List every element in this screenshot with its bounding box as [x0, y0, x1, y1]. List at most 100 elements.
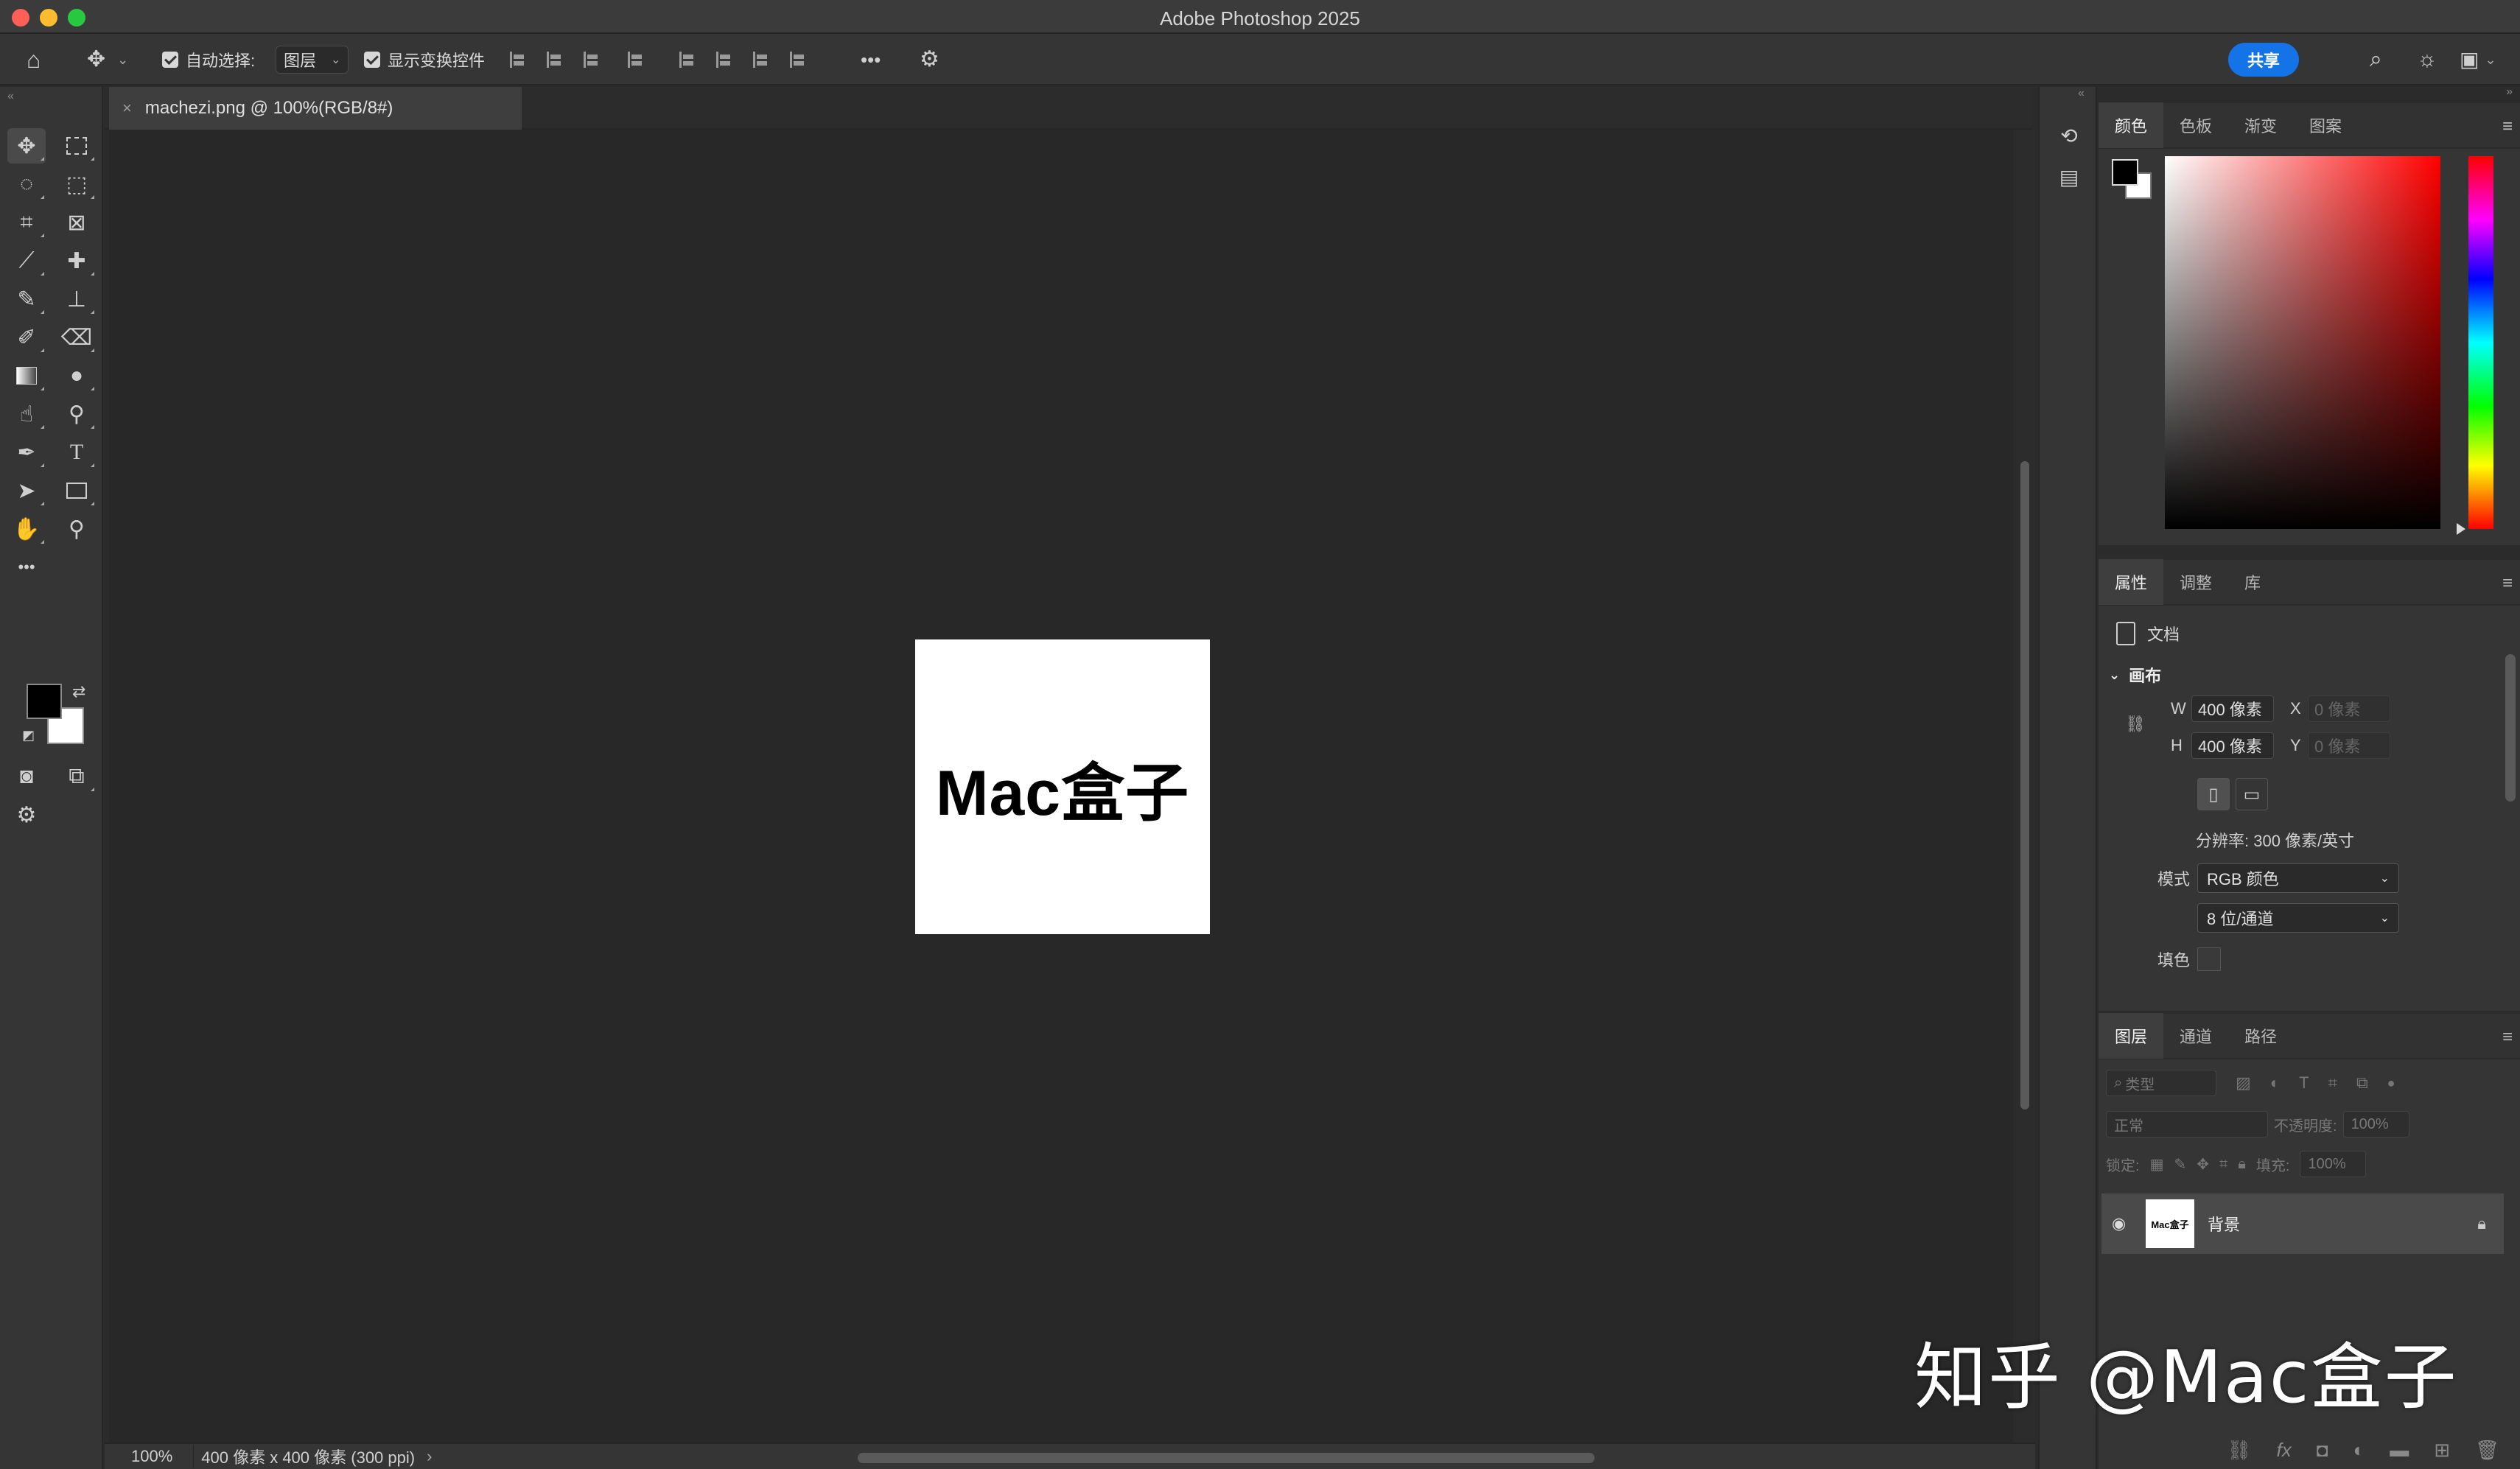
- layer-fill-field[interactable]: 100%: [2300, 1151, 2367, 1177]
- opacity-field[interactable]: 100%: [2342, 1111, 2409, 1137]
- history-brush-tool[interactable]: ✐: [7, 320, 46, 355]
- color-mode-dropdown[interactable]: RGB 颜色 ⌄: [2197, 863, 2399, 893]
- lock-artboard-icon[interactable]: ⌗: [2219, 1156, 2227, 1173]
- layer-filter-dropdown[interactable]: ⌕ 类型: [2106, 1070, 2216, 1096]
- eraser-tool[interactable]: ⌫: [57, 320, 96, 355]
- align-middle-v-icon[interactable]: [713, 49, 735, 71]
- bit-depth-dropdown[interactable]: 8 位/通道 ⌄: [2197, 903, 2399, 933]
- workspace-icon[interactable]: ▣: [2460, 49, 2479, 70]
- fill-color-swatch[interactable]: [2197, 947, 2221, 971]
- filter-adjustment-icon[interactable]: ◐: [2270, 1073, 2280, 1093]
- blend-mode-dropdown[interactable]: 正常: [2106, 1111, 2268, 1137]
- align-bottom-icon[interactable]: [750, 49, 772, 71]
- link-icon[interactable]: ⛓: [2227, 1439, 2252, 1462]
- foreground-color-swatch[interactable]: [27, 684, 62, 719]
- move-tool[interactable]: ✥: [7, 128, 46, 164]
- layer-row[interactable]: ◉ Mac盒子 背景 🔒︎: [2101, 1193, 2504, 1254]
- tab-adjustments[interactable]: 调整: [2163, 559, 2228, 605]
- gradient-tool[interactable]: [7, 358, 46, 393]
- filter-smart-object-icon[interactable]: ⧉: [2356, 1073, 2368, 1093]
- home-button[interactable]: ⌂: [27, 34, 41, 85]
- tab-patterns[interactable]: 图案: [2293, 102, 2358, 148]
- lock-paint-icon[interactable]: ✎: [2174, 1155, 2186, 1174]
- lock-position-icon[interactable]: ✥: [2197, 1155, 2209, 1174]
- object-select-tool[interactable]: ◌: [7, 166, 46, 202]
- collapse-arrows-icon[interactable]: «: [7, 90, 14, 103]
- rectangle-tool[interactable]: [57, 473, 96, 508]
- path-select-tool[interactable]: ➤: [7, 473, 46, 508]
- x-field[interactable]: 0 像素: [2308, 695, 2390, 722]
- height-field[interactable]: 400 像素: [2191, 732, 2274, 759]
- crop-tool[interactable]: ⌗: [7, 205, 46, 240]
- marquee-tool[interactable]: [57, 128, 96, 164]
- generative-tool[interactable]: ⚙: [7, 797, 46, 832]
- filter-pixel-icon[interactable]: ▨: [2236, 1073, 2251, 1093]
- stamp-tool[interactable]: ⊥: [57, 281, 96, 317]
- auto-select-checkbox[interactable]: [162, 52, 178, 68]
- hue-slider[interactable]: [2468, 156, 2493, 529]
- horizontal-scroll-thumb[interactable]: [858, 1453, 1595, 1463]
- move-tool-preset[interactable]: ✥ ⌄: [87, 34, 128, 85]
- filter-type-icon[interactable]: T: [2299, 1073, 2309, 1093]
- adjustment-icon[interactable]: ◐: [2353, 1439, 2365, 1462]
- align-top-icon[interactable]: [676, 49, 699, 71]
- tab-paths[interactable]: 路径: [2228, 1013, 2293, 1059]
- type-tool[interactable]: T: [57, 435, 96, 470]
- lock-all-icon[interactable]: 🔒︎: [2238, 1156, 2246, 1173]
- filter-toggle-icon[interactable]: ●: [2387, 1076, 2395, 1091]
- canvas-section-header[interactable]: ⌄ 画布: [2109, 663, 2161, 687]
- smudge-tool[interactable]: ☝: [7, 396, 46, 432]
- vertical-scrollbar[interactable]: [2016, 130, 2035, 1442]
- gear-icon[interactable]: ⚙: [920, 49, 939, 71]
- document-tab[interactable]: × machezi.png @ 100%(RGB/8#): [109, 87, 522, 130]
- eye-icon[interactable]: ◉: [2112, 1214, 2126, 1233]
- align-center-h-icon[interactable]: [544, 49, 566, 71]
- collapse-arrows-icon[interactable]: «: [2078, 87, 2085, 100]
- distribute-v-icon[interactable]: [787, 49, 809, 71]
- share-button[interactable]: 共享: [2228, 43, 2299, 77]
- tab-channels[interactable]: 通道: [2163, 1013, 2228, 1059]
- tab-swatches[interactable]: 色板: [2163, 102, 2228, 148]
- zoom-level[interactable]: 100%: [105, 1447, 193, 1466]
- canvas-area[interactable]: Mac盒子: [109, 130, 2013, 1442]
- eyedropper-tool[interactable]: ⟋: [7, 243, 46, 278]
- edit-toolbar-button[interactable]: •••: [7, 550, 46, 585]
- healing-brush-tool[interactable]: ✚: [57, 243, 96, 278]
- history-panel-button[interactable]: ⟲: [2053, 119, 2085, 152]
- width-field[interactable]: 400 像素: [2191, 695, 2274, 722]
- blur-tool[interactable]: ●: [57, 358, 96, 393]
- quick-mask-button[interactable]: ◙: [7, 759, 46, 794]
- panel-menu-icon[interactable]: ≡: [2502, 1027, 2513, 1048]
- tab-layers[interactable]: 图层: [2099, 1013, 2164, 1059]
- tab-gradients[interactable]: 渐变: [2228, 102, 2293, 148]
- default-colors-icon[interactable]: ◩: [22, 728, 35, 743]
- show-transform-checkbox[interactable]: [364, 52, 380, 68]
- folder-icon[interactable]: ▬: [2390, 1439, 2409, 1462]
- hand-tool[interactable]: ✋: [7, 511, 46, 547]
- align-right-icon[interactable]: [581, 49, 603, 71]
- trash-icon[interactable]: 🗑︎: [2475, 1439, 2499, 1462]
- link-icon[interactable]: ⛓: [2125, 715, 2146, 734]
- fx-icon[interactable]: fx: [2277, 1439, 2292, 1462]
- magic-select-tool[interactable]: ⬚: [57, 166, 96, 202]
- new-layer-icon[interactable]: ⊞: [2434, 1439, 2450, 1462]
- chevron-right-icon[interactable]: ›: [427, 1447, 432, 1466]
- landscape-orientation-button[interactable]: ▭: [2236, 778, 2268, 810]
- frame-tool[interactable]: ⊠: [57, 205, 96, 240]
- y-field[interactable]: 0 像素: [2308, 732, 2390, 759]
- pen-tool[interactable]: ✒: [7, 435, 46, 470]
- swap-colors-icon[interactable]: ⇄: [72, 682, 85, 701]
- lightbulb-icon[interactable]: ☼: [2417, 49, 2437, 71]
- vertical-scroll-thumb[interactable]: [2020, 461, 2029, 1109]
- brush-tool[interactable]: ✎: [7, 281, 46, 317]
- canvas-document[interactable]: Mac盒子: [915, 639, 1210, 934]
- align-left-icon[interactable]: [507, 49, 529, 71]
- lock-icon[interactable]: 🔒︎: [2477, 1214, 2486, 1233]
- auto-select-target-dropdown[interactable]: 图层 ⌄: [276, 46, 349, 74]
- distribute-h-icon[interactable]: [625, 49, 647, 71]
- comments-panel-button[interactable]: ▤: [2053, 161, 2085, 193]
- search-icon[interactable]: ⌕: [2370, 49, 2382, 71]
- dodge-tool[interactable]: ⚲: [57, 396, 96, 432]
- properties-scrollbar[interactable]: [2505, 654, 2516, 802]
- panel-menu-icon[interactable]: ≡: [2502, 116, 2513, 137]
